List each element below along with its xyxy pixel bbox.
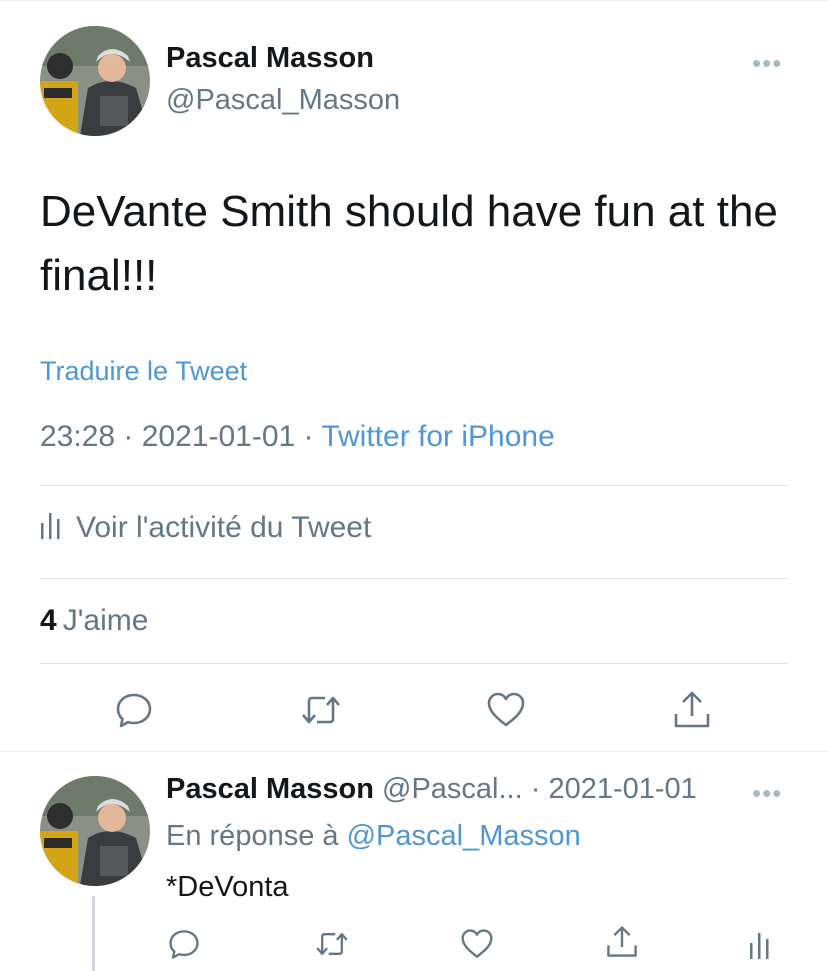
in-reply-prefix: En réponse à: [166, 820, 339, 852]
more-icon[interactable]: •••: [752, 50, 782, 76]
share-icon[interactable]: [602, 922, 642, 962]
meta-separator: ·: [295, 420, 322, 453]
in-reply-to: En réponse à @Pascal_Masson: [166, 820, 581, 853]
divider: [40, 578, 788, 579]
divider: [40, 485, 788, 486]
divider: [40, 663, 788, 664]
heart-icon[interactable]: [482, 686, 530, 734]
tweet-source-link[interactable]: Twitter for iPhone: [321, 420, 554, 453]
reply-author-name[interactable]: Pascal Masson: [166, 773, 374, 805]
reply-author-handle[interactable]: @Pascal...: [382, 773, 523, 805]
reply-date: 2021-01-01: [548, 773, 697, 805]
tweet-separator: [0, 751, 828, 752]
bar-chart-icon: [40, 509, 62, 547]
tweet-text: DeVante Smith should have fun at the fin…: [40, 187, 778, 300]
share-icon[interactable]: [668, 686, 716, 734]
in-reply-mention-link[interactable]: @Pascal_Masson: [347, 820, 581, 852]
reply-meta-separator: ·: [522, 773, 549, 805]
tweet-activity-link[interactable]: Voir l'activité du Tweet: [40, 509, 371, 547]
thread-line: [92, 896, 95, 971]
reply-icon[interactable]: [164, 924, 204, 964]
bar-chart-icon[interactable]: [740, 924, 780, 964]
reply-text: *DeVonta: [166, 871, 289, 903]
meta-separator: ·: [115, 420, 142, 453]
likes-label: J'aime: [62, 604, 149, 637]
tweet-date: 2021-01-01: [141, 420, 296, 453]
author-handle[interactable]: @Pascal_Masson: [166, 84, 400, 117]
retweet-icon[interactable]: [312, 924, 352, 964]
tweet-activity-label: Voir l'activité du Tweet: [76, 511, 372, 544]
heart-icon[interactable]: [457, 924, 497, 964]
author-avatar[interactable]: [40, 26, 150, 136]
tweet-meta: 23:28 · 2021-01-01 · Twitter for iPhone: [40, 420, 555, 454]
translate-link[interactable]: Traduire le Tweet: [40, 356, 247, 387]
reply-header: Pascal Masson @Pascal... · 2021-01-01: [166, 773, 697, 806]
likes-summary[interactable]: 4 J'aime: [40, 604, 148, 638]
more-icon[interactable]: •••: [752, 780, 782, 806]
tweet-time: 23:28: [40, 420, 116, 453]
author-name[interactable]: Pascal Masson: [166, 42, 374, 75]
likes-count: 4: [40, 604, 57, 637]
top-border: [0, 0, 828, 1]
retweet-icon[interactable]: [297, 686, 345, 734]
reply-icon[interactable]: [110, 686, 158, 734]
reply-author-avatar[interactable]: [40, 776, 150, 886]
